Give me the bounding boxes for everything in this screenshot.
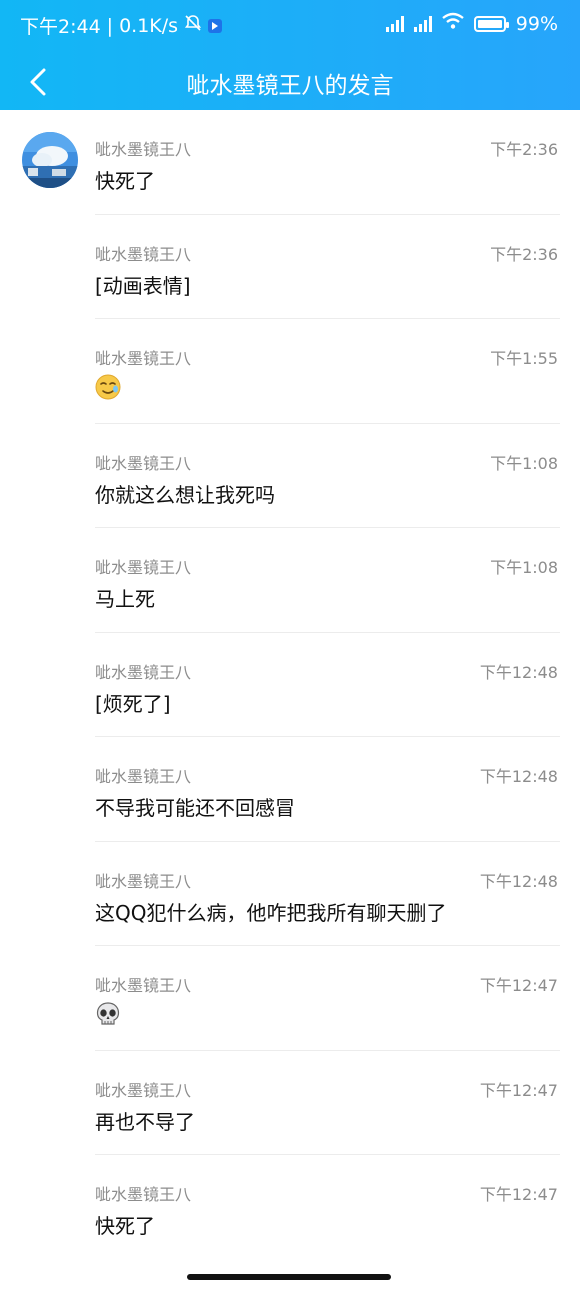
message-row[interactable]: 呲水墨镜王八 下午12:48 不导我可能还不回感冒 <box>0 737 580 842</box>
message-text: [动画表情] <box>95 273 191 298</box>
app-notification-icon <box>208 18 223 33</box>
message-row[interactable]: 呲水墨镜王八 下午1:55 <box>0 319 580 424</box>
avatar[interactable] <box>22 132 78 188</box>
mute-bell-icon <box>184 14 202 37</box>
message-row[interactable]: 呲水墨镜王八 下午2:36 快死了 <box>0 110 580 215</box>
home-indicator[interactable] <box>187 1274 391 1280</box>
message-text: 快死了 <box>95 169 155 193</box>
message-text: [烦死了] <box>95 691 171 716</box>
message-time: 下午12:47 <box>479 1080 558 1100</box>
message-row[interactable]: 呲水墨镜王八 下午2:36 [动画表情] <box>0 215 580 319</box>
message-row[interactable]: 呲水墨镜王八 下午12:47 快死了 <box>0 1155 580 1260</box>
sender-name: 呲水墨镜王八 <box>95 871 192 891</box>
message-time: 下午1:08 <box>490 558 558 577</box>
sweat-smile-emoji-icon <box>95 374 121 400</box>
status-left: 下午2:44 | 0.1K/s <box>20 12 223 39</box>
sender-name: 呲水墨镜王八 <box>95 976 192 995</box>
status-bar: 下午2:44 | 0.1K/s 99% <box>0 0 580 52</box>
message-row[interactable]: 呲水墨镜王八 下午12:48 这QQ犯什么病，他咋把我所有聊天删了 <box>0 842 580 946</box>
sender-name: 呲水墨镜王八 <box>95 1185 192 1204</box>
sender-name: 呲水墨镜王八 <box>95 140 192 159</box>
message-text: 快死了 <box>95 1214 155 1238</box>
page-title: 呲水墨镜王八的发言 <box>186 73 394 99</box>
message-time: 下午12:47 <box>479 1185 558 1204</box>
status-separator: | <box>106 14 114 37</box>
message-time: 下午12:48 <box>479 662 558 682</box>
signal-icon <box>413 15 432 32</box>
signal-icon <box>385 15 404 32</box>
message-text: 这QQ犯什么病，他咋把我所有聊天删了 <box>95 900 447 925</box>
battery-icon <box>473 15 509 32</box>
sender-name: 呲水墨镜王八 <box>95 662 192 682</box>
message-time: 下午2:36 <box>490 140 558 159</box>
message-time: 下午12:47 <box>479 976 558 995</box>
nav-bar: 呲水墨镜王八的发言 <box>0 52 580 110</box>
message-text: 你就这么想让我死吗 <box>95 482 275 507</box>
sender-name: 呲水墨镜王八 <box>95 767 192 786</box>
message-row[interactable]: 呲水墨镜王八 下午12:47 再也不导了 <box>0 1051 580 1155</box>
message-text: 不导我可能还不回感冒 <box>95 796 295 820</box>
battery-percent: 99% <box>515 12 558 35</box>
status-net-speed: 0.1K/s <box>119 14 179 37</box>
status-time: 下午2:44 <box>20 16 101 38</box>
skull-emoji-icon <box>95 1001 121 1027</box>
top-bar: 下午2:44 | 0.1K/s 99% 呲水墨镜王八的发言 <box>0 0 580 110</box>
message-time: 下午12:48 <box>479 767 558 786</box>
message-time: 下午1:08 <box>490 453 558 473</box>
message-row[interactable]: 呲水墨镜王八 下午1:08 你就这么想让我死吗 <box>0 424 580 528</box>
sender-name: 呲水墨镜王八 <box>95 349 192 368</box>
message-row[interactable]: 呲水墨镜王八 下午12:47 <box>0 946 580 1051</box>
message-text: 马上死 <box>95 587 155 611</box>
message-row[interactable]: 呲水墨镜王八 下午12:48 [烦死了] <box>0 633 580 737</box>
message-time: 下午1:55 <box>490 349 558 368</box>
message-row[interactable]: 呲水墨镜王八 下午1:08 马上死 <box>0 528 580 633</box>
wifi-icon <box>442 12 464 35</box>
sender-name: 呲水墨镜王八 <box>95 558 192 577</box>
sender-name: 呲水墨镜王八 <box>95 453 192 473</box>
message-time: 下午2:36 <box>490 244 558 264</box>
message-list: 呲水墨镜王八 下午2:36 快死了 呲水墨镜王八 下午2:36 [动画表情] 呲… <box>0 110 580 1260</box>
message-text: 再也不导了 <box>95 1109 195 1134</box>
message-time: 下午12:48 <box>479 871 558 891</box>
sender-name: 呲水墨镜王八 <box>95 1080 192 1100</box>
status-right: 99% <box>385 12 558 35</box>
sender-name: 呲水墨镜王八 <box>95 244 192 264</box>
